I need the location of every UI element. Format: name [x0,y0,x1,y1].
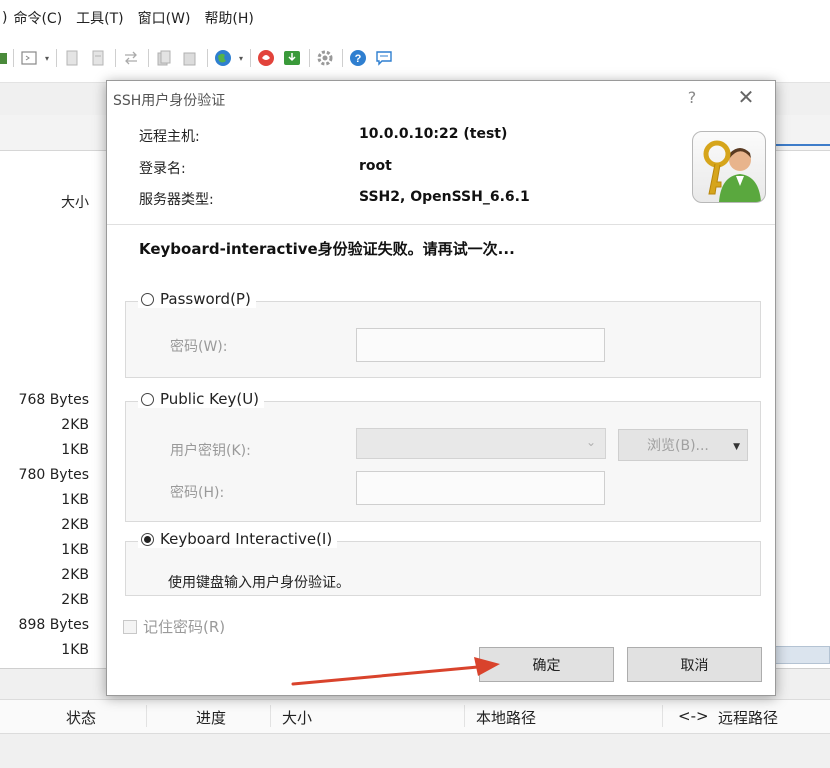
password-group: Password(P) 密码(W): [125,290,761,378]
keyboard-interactive-radio-label[interactable]: Keyboard Interactive(I) [160,530,332,548]
toolbar-separator [13,49,14,67]
download-icon[interactable] [282,48,302,68]
menubar: ) 命令(C) 工具(T) 窗口(W) 帮助(H) [0,0,830,36]
radio-button[interactable] [141,292,154,306]
menu-tools[interactable]: 工具(T) [76,8,123,28]
login-name-value: root [359,158,392,174]
radio-button[interactable] [141,392,154,406]
globe-icon[interactable] [213,48,233,68]
user-icon[interactable] [256,48,276,68]
dialog-title: SSH用户身份验证 [113,93,226,109]
svg-text:?: ? [355,53,362,65]
key-password-label: 密码(H): [170,485,225,501]
menu-help[interactable]: 帮助(H) [204,8,253,28]
col-separator [270,705,271,727]
menu-window[interactable]: 窗口(W) [138,8,191,28]
checkbox[interactable] [123,619,137,634]
remote-host-label: 远程主机: [139,129,200,145]
col-status[interactable]: 状态 [66,707,96,728]
server-type-label: 服务器类型: [139,192,214,208]
key-user-icon [692,131,766,203]
menu-partial[interactable]: ) [2,10,7,26]
col-size[interactable]: 大小 [282,707,312,728]
file-size-cell: 1KB [61,492,89,508]
remember-password-label[interactable]: 记住密码(R) [143,616,225,637]
password-field[interactable] [356,328,605,362]
keyboard-interactive-radio[interactable]: Keyboard Interactive(I) [138,530,338,548]
file-size-cell: 2KB [61,592,89,608]
keyboard-interactive-description: 使用键盘输入用户身份验证。 [168,575,350,591]
password-radio-label[interactable]: Password(P) [160,290,251,308]
help-icon[interactable]: ? [348,48,368,68]
menu-command[interactable]: 命令(C) [13,8,62,28]
col-separator [146,705,147,727]
file-size-cell: 1KB [61,542,89,558]
ok-button[interactable]: 确定 [479,647,614,682]
file-size-cell: 898 Bytes [18,617,89,633]
key-password-field[interactable] [356,471,605,505]
user-key-select[interactable]: ⌄ [356,428,606,459]
terminal-icon[interactable] [19,48,39,68]
chevron-down-icon: ⌄ [585,435,596,449]
open-file-icon[interactable] [88,48,108,68]
file-size-cell: 2KB [61,567,89,583]
radio-button-selected[interactable] [141,532,154,546]
public-key-group: Public Key(U) 用户密钥(K): ⌄ 浏览(B)... ▼ 密码(H… [125,390,761,522]
browse-button-label: 浏览(B)... [647,438,709,454]
status-bar [0,734,830,768]
toolbar-separator [115,49,117,67]
toolbar-separator [207,49,209,67]
session-icon[interactable] [0,48,8,68]
transfer-queue-header: 状态 进度 大小 本地路径 <-> 远程路径 [0,699,830,734]
col-separator [662,705,663,727]
keyboard-interactive-group: Keyboard Interactive(I) 使用键盘输入用户身份验证。 [125,530,761,596]
file-size-cell: 1KB [61,642,89,658]
password-field-label: 密码(W): [170,339,228,355]
close-icon[interactable]: ✕ [731,84,761,110]
copy-icon[interactable] [154,48,174,68]
remember-password-checkbox[interactable]: 记住密码(R) [123,616,225,637]
paste-icon[interactable] [180,48,200,68]
login-name-label: 登录名: [139,161,186,177]
help-button[interactable]: ? [679,84,705,110]
browse-button[interactable]: 浏览(B)... ▼ [618,429,748,461]
dropdown-arrow-icon[interactable]: ▾ [239,54,243,63]
settings-icon[interactable] [315,48,335,68]
public-key-radio[interactable]: Public Key(U) [138,390,265,408]
user-key-label: 用户密钥(K): [170,443,251,459]
cancel-button[interactable]: 取消 [627,647,762,682]
server-type-value: SSH2, OpenSSH_6.6.1 [359,189,530,205]
toolbar: ▾ ▾ ? [0,36,830,80]
transfer-icon[interactable] [121,48,141,68]
password-radio[interactable]: Password(P) [138,290,256,308]
toolbar-separator [250,49,252,67]
file-size-cell: 780 Bytes [18,467,89,483]
col-remote-path[interactable]: 远程路径 [718,707,778,728]
info-separator [107,224,775,225]
ssh-auth-dialog: SSH用户身份验证 ? ✕ 远程主机: 10.0.0.10:22 (test) … [106,80,776,696]
file-size-cell: 2KB [61,417,89,433]
size-column-header[interactable]: 大小 [61,192,89,212]
remote-host-value: 10.0.0.10:22 (test) [359,126,508,142]
error-message: Keyboard-interactive身份验证失败。请再试一次... [139,240,515,258]
col-separator [464,705,465,727]
toolbar-separator [309,49,311,67]
chat-icon[interactable] [374,48,394,68]
col-progress[interactable]: 进度 [196,707,226,728]
toolbar-separator [148,49,150,67]
dropdown-arrow-icon: ▼ [733,442,740,452]
col-local-path[interactable]: 本地路径 [476,707,536,728]
file-size-cell: 2KB [61,517,89,533]
col-direction[interactable]: <-> [678,707,709,725]
file-size-cell: 1KB [61,442,89,458]
file-size-cell: 768 Bytes [18,392,89,408]
public-key-radio-label[interactable]: Public Key(U) [160,390,259,408]
dropdown-arrow-icon[interactable]: ▾ [45,54,49,63]
toolbar-separator [56,49,58,67]
toolbar-separator [342,49,344,67]
new-file-icon[interactable] [62,48,82,68]
local-file-pane: 大小 768 Bytes 2KB 1KB 780 Bytes 1KB 2KB 1… [0,180,105,668]
